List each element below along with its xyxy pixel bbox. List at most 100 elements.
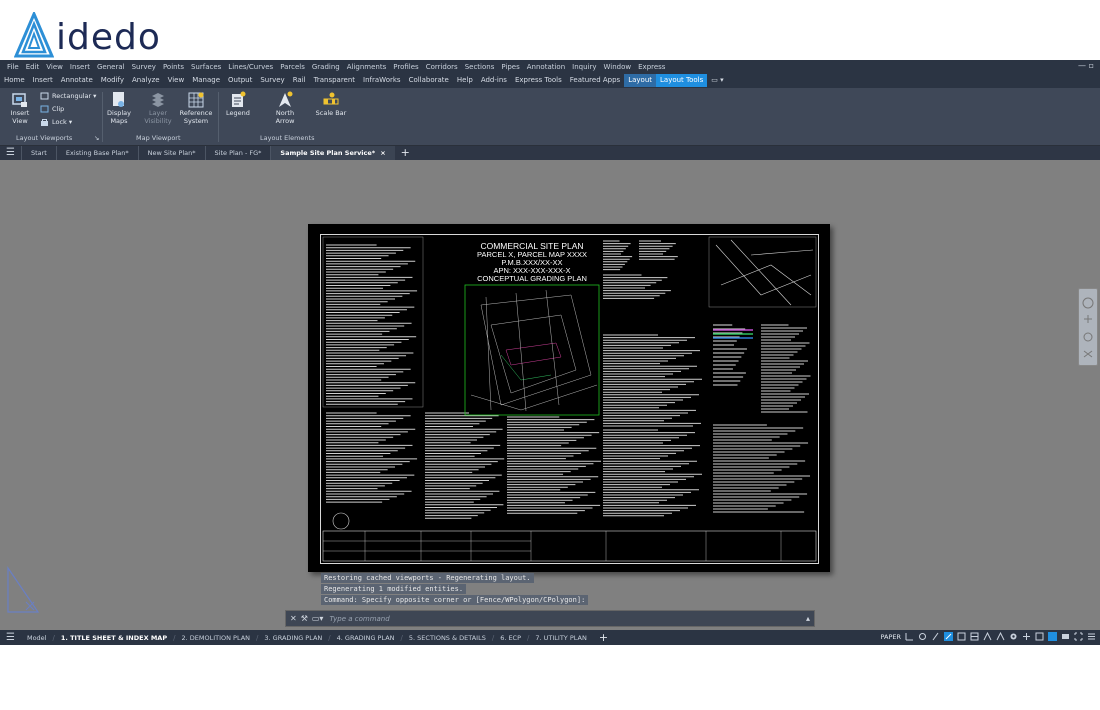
clean-screen-icon[interactable] — [1074, 632, 1083, 641]
legend-icon — [232, 91, 246, 107]
file-tab[interactable]: Start — [20, 146, 56, 160]
legend-button[interactable]: Legend — [222, 91, 254, 117]
clip-icon — [40, 105, 49, 113]
layout-tab[interactable]: 3. GRADING PLAN — [258, 634, 328, 642]
menu-item-view[interactable]: View — [46, 63, 63, 71]
layout-tab[interactable]: 5. SECTIONS & DETAILS — [403, 634, 492, 642]
annotation-visibility-icon[interactable] — [996, 632, 1005, 641]
ribbon-tab-manage[interactable]: Manage — [188, 74, 224, 87]
menu-item-surfaces[interactable]: Surfaces — [191, 63, 221, 71]
menu-item-sections[interactable]: Sections — [465, 63, 495, 71]
file-tab[interactable]: Site Plan - FG* — [204, 146, 271, 160]
menu-item-parcels[interactable]: Parcels — [280, 63, 305, 71]
lock-label: Lock — [52, 118, 67, 126]
ribbon-tab-home[interactable]: Home — [0, 74, 29, 87]
osnap-icon[interactable] — [957, 632, 966, 641]
menu-item-inquiry[interactable]: Inquiry — [572, 63, 596, 71]
menu-item-annotation[interactable]: Annotation — [527, 63, 565, 71]
reference-system-button[interactable]: Reference System — [178, 91, 214, 125]
reference-system-label: Reference System — [179, 109, 213, 125]
layout-tab[interactable]: 4. GRADING PLAN — [331, 634, 401, 642]
window-controls[interactable]: — ▫ — [1078, 61, 1094, 70]
ribbon-tab-layout[interactable]: Layout — [624, 74, 656, 87]
workspace-gear-icon[interactable] — [1009, 632, 1018, 641]
ortho-icon[interactable] — [931, 632, 940, 641]
units-icon[interactable] — [1035, 632, 1044, 641]
display-maps-button[interactable]: Display Maps — [106, 91, 132, 125]
ribbon-tab-help[interactable]: Help — [453, 74, 477, 87]
clip-button[interactable]: Clip — [40, 105, 64, 113]
ribbon-tab-survey[interactable]: Survey — [256, 74, 288, 87]
north-arrow-button[interactable]: North Arrow — [266, 91, 304, 125]
snap-icon[interactable] — [918, 632, 927, 641]
command-line-close-icon[interactable]: ✕ — [290, 614, 297, 623]
layout-menu-hamburger-icon[interactable]: ☰ — [0, 631, 21, 645]
menu-item-edit[interactable]: Edit — [26, 63, 40, 71]
ribbon-tab-featured-apps[interactable]: Featured Apps — [566, 74, 624, 87]
paper-space-toggle[interactable]: PAPER — [881, 633, 902, 641]
menu-item-grading[interactable]: Grading — [312, 63, 340, 71]
panel-label-layout-viewports: Layout Viewports — [16, 134, 73, 142]
isolate-icon[interactable] — [1048, 632, 1057, 641]
menu-item-survey[interactable]: Survey — [132, 63, 156, 71]
ribbon-tab-transparent[interactable]: Transparent — [310, 74, 359, 87]
ribbon-tab-insert[interactable]: Insert — [29, 74, 57, 87]
layout-tab[interactable]: 2. DEMOLITION PLAN — [175, 634, 256, 642]
close-tab-icon[interactable]: × — [380, 149, 385, 157]
layout-tab[interactable]: 7. UTILITY PLAN — [529, 634, 592, 642]
layer-visibility-button[interactable]: Layer Visibility — [142, 91, 174, 125]
insert-view-button[interactable]: Insert View — [3, 91, 37, 125]
file-tab[interactable]: Existing Base Plan* — [55, 146, 138, 160]
customize-wrench-icon[interactable]: ⚒ — [301, 614, 308, 623]
recent-commands-icon[interactable]: ▭▾ — [312, 614, 324, 623]
ribbon-tab-infraworks[interactable]: InfraWorks — [359, 74, 405, 87]
ribbon-tab-output[interactable]: Output — [224, 74, 256, 87]
ribbon-tab-view[interactable]: View — [164, 74, 189, 87]
layout-sheet[interactable]: COMMERCIAL SITE PLAN PARCEL X, PARCEL MAP… — [308, 224, 830, 572]
menu-item-file[interactable]: File — [7, 63, 19, 71]
ribbon-tab--[interactable]: ▭ ▾ — [707, 74, 727, 87]
ribbon-tab-add-ins[interactable]: Add-ins — [477, 74, 511, 87]
menu-item-lines-curves[interactable]: Lines/Curves — [228, 63, 273, 71]
menu-item-express[interactable]: Express — [638, 63, 665, 71]
menu-item-general[interactable]: General — [97, 63, 125, 71]
drawing-canvas[interactable]: COMMERCIAL SITE PLAN PARCEL X, PARCEL MAP… — [0, 160, 1100, 630]
layout-tab[interactable]: 1. TITLE SHEET & INDEX MAP — [55, 634, 173, 642]
layout-tab[interactable]: Model — [21, 634, 53, 642]
plus-icon[interactable] — [1022, 632, 1031, 641]
annotation-scale-icon[interactable] — [983, 632, 992, 641]
menu-item-profiles[interactable]: Profiles — [393, 63, 418, 71]
ribbon-tab-express-tools[interactable]: Express Tools — [511, 74, 566, 87]
expand-history-icon[interactable]: ▴ — [806, 614, 810, 623]
file-tab[interactable]: New Site Plan* — [137, 146, 205, 160]
rectangular-button[interactable]: Rectangular ▾ — [40, 92, 96, 100]
ribbon-tab-rail[interactable]: Rail — [289, 74, 310, 87]
customization-icon[interactable] — [1087, 632, 1096, 641]
new-layout-button[interactable]: + — [593, 631, 614, 645]
menu-item-alignments[interactable]: Alignments — [347, 63, 387, 71]
navigation-bar[interactable] — [1078, 288, 1098, 366]
ribbon-tab-layout-tools[interactable]: Layout Tools — [656, 74, 708, 87]
menu-item-window[interactable]: Window — [604, 63, 632, 71]
lock-button[interactable]: Lock ▾ — [40, 118, 72, 126]
grid-icon[interactable] — [905, 632, 914, 641]
ribbon-tab-modify[interactable]: Modify — [97, 74, 128, 87]
ribbon-tab-annotate[interactable]: Annotate — [57, 74, 97, 87]
command-input[interactable]: Type a command — [329, 615, 389, 623]
scale-bar-button[interactable]: Scale Bar — [314, 91, 348, 117]
layout-tab[interactable]: 6. ECP — [494, 634, 527, 642]
menu-item-insert[interactable]: Insert — [70, 63, 90, 71]
polar-icon[interactable] — [944, 632, 953, 641]
hardware-accel-icon[interactable] — [1061, 632, 1070, 641]
panel-launcher-icon[interactable]: ↘ — [94, 134, 99, 142]
menu-item-points[interactable]: Points — [163, 63, 184, 71]
otrack-icon[interactable] — [970, 632, 979, 641]
new-file-tab-button[interactable]: + — [395, 146, 416, 160]
ribbon-tab-analyze[interactable]: Analyze — [128, 74, 164, 87]
file-tab[interactable]: Sample Site Plan Service* × — [270, 146, 395, 160]
menu-hamburger-icon[interactable]: ☰ — [0, 146, 21, 160]
menu-item-corridors[interactable]: Corridors — [426, 63, 458, 71]
ribbon-tab-collaborate[interactable]: Collaborate — [405, 74, 453, 87]
menu-item-pipes[interactable]: Pipes — [501, 63, 519, 71]
command-line[interactable]: ✕ ⚒ ▭▾ Type a command ▴ — [285, 610, 815, 627]
